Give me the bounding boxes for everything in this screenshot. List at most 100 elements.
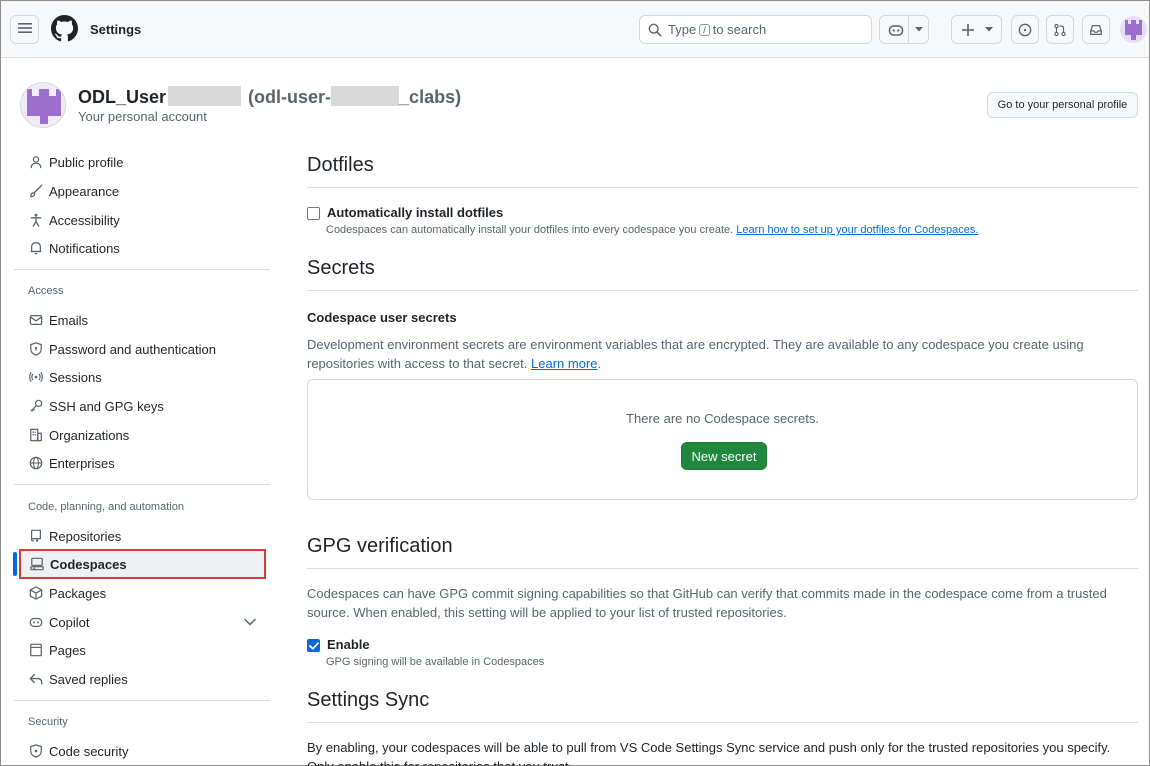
sidebar-item-label: Enterprises — [49, 455, 115, 471]
user-avatar[interactable] — [1120, 16, 1147, 43]
search-placeholder-post: to search — [712, 22, 767, 37]
sidebar-divider — [14, 484, 270, 485]
sidebar-item-label: Accessibility — [49, 212, 120, 228]
sidebar-item-label: Code security — [49, 743, 129, 759]
dotfiles-help-link[interactable]: Learn how to set up your dotfiles for Co… — [736, 224, 978, 236]
dotfiles-note-text: Codespaces can automatically install you… — [326, 224, 734, 236]
search-input[interactable]: Type / to search — [639, 15, 872, 44]
sidebar-item-label: Packages — [49, 585, 107, 601]
sidebar-item-organizations[interactable]: Organizations — [20, 422, 266, 448]
gpg-enable-label[interactable]: Enable — [327, 637, 370, 652]
globe-icon — [28, 455, 44, 471]
sidebar-item-repositories[interactable]: Repositories — [20, 523, 266, 549]
account-name: ODL_User (odl-user- _clabs) — [78, 86, 461, 108]
gpg-verification-heading: GPG verification — [307, 535, 453, 557]
sidebar-item-sessions[interactable]: Sessions — [20, 364, 266, 390]
learn-more-link[interactable]: Learn more — [531, 356, 597, 371]
issue-opened-icon — [1018, 23, 1032, 37]
chevron-down-icon — [915, 27, 923, 32]
settings-sync-description: By enabling, your codespaces will be abl… — [307, 740, 1111, 766]
codespaces-icon — [29, 556, 45, 572]
sidebar-item-packages[interactable]: Packages — [20, 580, 266, 606]
person-icon — [28, 154, 44, 170]
secrets-description: Development environment secrets are envi… — [307, 335, 1127, 373]
sidebar-item-codespaces[interactable]: Codespaces — [19, 549, 266, 579]
secrets-description-period: . — [597, 356, 602, 371]
pull-requests-button[interactable] — [1046, 15, 1074, 44]
sidebar-item-notifications[interactable]: Notifications — [20, 235, 266, 261]
gpg-enable-checkbox[interactable] — [307, 639, 320, 652]
inbox-icon — [1089, 23, 1103, 37]
copilot-button[interactable] — [879, 15, 929, 44]
secrets-list-box: There are no Codespace secrets. New secr… — [307, 379, 1138, 500]
dotfiles-checkbox-label[interactable]: Automatically install dotfiles — [327, 205, 503, 220]
sidebar-item-label: Repositories — [49, 528, 122, 544]
sidebar-item-password-authentication[interactable]: Password and authentication — [20, 336, 266, 362]
organization-icon — [28, 427, 44, 443]
issues-button[interactable] — [1011, 15, 1039, 44]
github-logo-icon[interactable] — [51, 15, 78, 42]
shield-icon — [28, 743, 44, 759]
user-name-text: ODL_User — [78, 87, 167, 107]
go-to-profile-button[interactable]: Go to your personal profile — [987, 92, 1138, 118]
create-new-button[interactable] — [951, 15, 1002, 44]
redacted-block — [168, 86, 242, 106]
sidebar-heading-code: Code, planning, and automation — [28, 501, 184, 513]
sidebar-item-label: Appearance — [49, 183, 120, 199]
new-secret-button[interactable]: New secret — [681, 442, 767, 470]
dotfiles-note: Codespaces can automatically install you… — [326, 224, 978, 236]
sidebar-item-enterprises[interactable]: Enterprises — [20, 450, 266, 476]
chevron-down-icon[interactable] — [244, 614, 256, 629]
codespace-user-secrets-heading: Codespace user secrets — [307, 310, 457, 325]
search-shortcut-key: / — [699, 23, 710, 36]
sidebar-item-copilot[interactable]: Copilot — [20, 609, 266, 635]
sidebar-item-pages[interactable]: Pages — [20, 637, 266, 663]
secrets-heading: Secrets — [307, 257, 375, 279]
sidebar-item-accessibility[interactable]: Accessibility — [20, 207, 266, 233]
copilot-icon — [888, 23, 904, 37]
hamburger-icon — [17, 22, 32, 37]
sidebar-item-public-profile[interactable]: Public profile — [20, 149, 266, 175]
section-divider — [307, 187, 1138, 188]
bell-icon — [28, 240, 44, 256]
sidebar-item-label: Organizations — [49, 427, 130, 443]
page-title: Settings — [90, 22, 142, 37]
section-divider — [307, 568, 1138, 569]
dotfiles-checkbox[interactable] — [307, 207, 320, 220]
accessibility-icon — [28, 212, 44, 228]
git-pull-request-icon — [1053, 23, 1067, 37]
sidebar-divider — [14, 269, 270, 270]
search-icon — [648, 23, 662, 37]
menu-button[interactable] — [10, 15, 39, 44]
sidebar-item-label: Password and authentication — [49, 341, 216, 357]
sidebar-item-label: SSH and GPG keys — [49, 398, 164, 414]
sidebar-item-code-security[interactable]: Code security — [20, 738, 266, 764]
active-indicator — [13, 552, 17, 576]
sidebar-item-label: Saved replies — [49, 671, 128, 687]
key-icon — [28, 398, 44, 414]
sidebar-item-emails[interactable]: Emails — [20, 307, 266, 333]
empty-secrets-message: There are no Codespace secrets. — [626, 411, 819, 426]
chevron-down-icon — [985, 27, 993, 32]
plus-icon — [962, 23, 974, 36]
copilot-icon — [28, 614, 44, 630]
mail-icon — [28, 312, 44, 328]
sidebar-item-ssh-gpg-keys[interactable]: SSH and GPG keys — [20, 393, 266, 419]
sidebar-item-label: Notifications — [49, 240, 120, 256]
sidebar-item-label: Codespaces — [50, 556, 127, 572]
sidebar-item-appearance[interactable]: Appearance — [20, 178, 266, 204]
section-divider — [307, 722, 1138, 723]
settings-sync-heading: Settings Sync — [307, 689, 430, 711]
inbox-button[interactable] — [1082, 15, 1110, 44]
sidebar-item-label: Copilot — [49, 614, 90, 630]
package-icon — [28, 585, 44, 601]
sidebar-item-label: Public profile — [49, 154, 124, 170]
sidebar-heading-access: Access — [28, 285, 64, 297]
repo-icon — [28, 528, 44, 544]
sidebar-item-label: Pages — [49, 642, 86, 658]
sidebar-item-saved-replies[interactable]: Saved replies — [20, 666, 266, 692]
sidebar-item-label: Emails — [49, 312, 89, 328]
user-handle-pre: (odl-user- — [248, 87, 332, 107]
sidebar-item-label: Sessions — [49, 369, 102, 385]
browser-icon — [28, 642, 44, 658]
